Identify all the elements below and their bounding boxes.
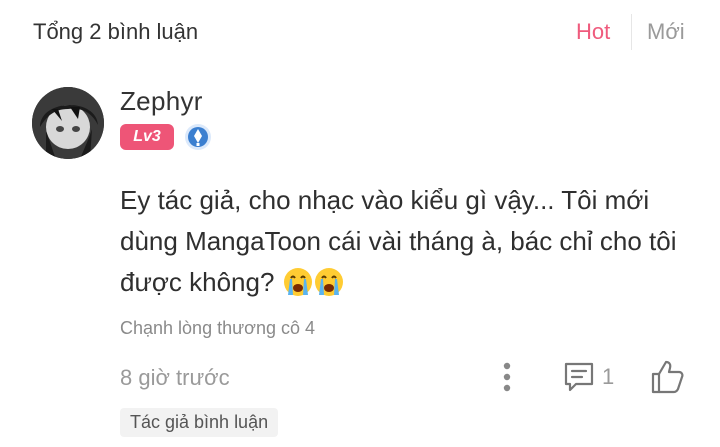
thumbs-up-icon	[651, 360, 684, 394]
author-comment-tag: Tác giả bình luận	[120, 408, 279, 437]
like-button[interactable]	[648, 358, 686, 396]
crying-face-icon	[314, 268, 343, 296]
comments-header: Tổng 2 bình luận Hot Mới	[0, 0, 720, 64]
tab-new[interactable]: Mới	[647, 19, 685, 45]
more-options-button[interactable]	[494, 360, 520, 394]
medal-icon	[184, 123, 212, 151]
avatar-image	[32, 87, 104, 159]
reply-count: 1	[602, 364, 615, 389]
avatar[interactable]	[32, 87, 104, 159]
comment-text: Ey tác giả, cho nhạc vào kiểu gì vậy... …	[120, 185, 677, 297]
reply-preview[interactable]: Chạnh lòng thương cô 4	[120, 318, 315, 339]
tab-hot[interactable]: Hot	[576, 19, 610, 45]
comment-icon	[564, 362, 594, 392]
tab-divider	[631, 14, 632, 50]
more-vertical-icon	[503, 362, 511, 392]
comment-total-label: Tổng 2 bình luận	[33, 19, 199, 44]
comment-time: 8 giờ trước	[120, 365, 230, 390]
level-badge: Lv3	[120, 124, 174, 150]
username[interactable]: Zephyr	[120, 86, 203, 117]
comment-body: Ey tác giả, cho nhạc vào kiểu gì vậy... …	[120, 180, 690, 303]
reply-button[interactable]: 1	[562, 359, 622, 395]
crying-face-icon	[283, 268, 312, 296]
